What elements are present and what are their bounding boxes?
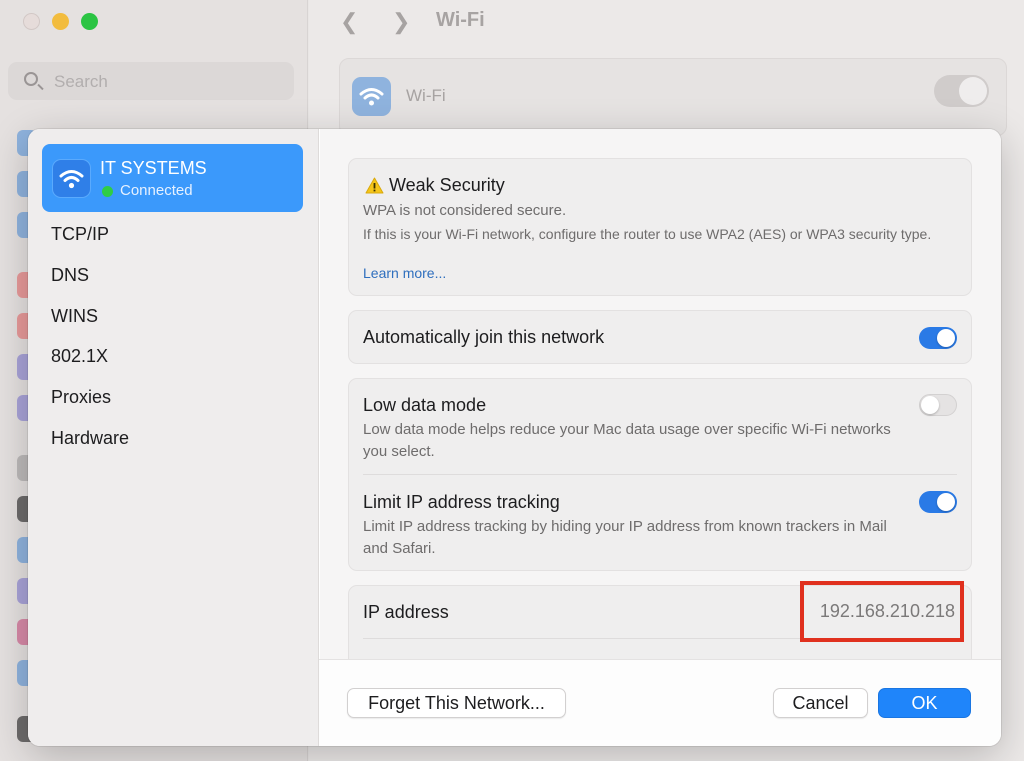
learn-more-link[interactable]: Learn more... <box>363 265 446 281</box>
ip-address-highlight <box>800 581 964 642</box>
forget-network-button[interactable]: Forget This Network... <box>347 688 566 718</box>
limit-ip-description: Limit IP address tracking by hiding your… <box>363 518 887 557</box>
network-item-selected[interactable]: IT SYSTEMS Connected <box>42 144 303 212</box>
cancel-button[interactable]: Cancel <box>773 688 868 718</box>
limit-ip-toggle[interactable] <box>919 491 957 513</box>
privacy-settings-card: Low data mode Low data mode helps reduce… <box>348 378 972 571</box>
security-warning-description: If this is your Wi-Fi network, configure… <box>363 226 932 242</box>
wifi-icon <box>52 159 91 198</box>
close-window-button[interactable] <box>23 13 40 30</box>
forward-arrow-icon[interactable]: ❯ <box>392 9 410 35</box>
low-data-description: Low data mode helps reduce your Mac data… <box>363 421 891 460</box>
back-arrow-icon[interactable]: ❮ <box>340 9 358 35</box>
dialog-sidebar: IT SYSTEMS Connected TCP/IP DNS WINS 802… <box>28 129 319 746</box>
window-title: Wi-Fi <box>436 9 485 31</box>
network-status: Connected <box>120 182 193 199</box>
limit-ip-label: Limit IP address tracking <box>363 492 560 512</box>
dialog-content: Weak Security WPA is not considered secu… <box>320 129 1001 659</box>
low-data-toggle[interactable] <box>919 394 957 416</box>
ip-address-label: IP address <box>363 602 449 622</box>
sidebar-item-proxies[interactable]: Proxies <box>51 387 111 408</box>
auto-join-label: Automatically join this network <box>363 327 605 347</box>
security-warning-title-text: Weak Security <box>389 175 505 195</box>
wifi-toggle[interactable] <box>934 75 989 107</box>
auto-join-toggle[interactable] <box>919 327 957 349</box>
ok-button[interactable]: OK <box>878 688 971 718</box>
sidebar-item-8021x[interactable]: 802.1X <box>51 346 108 367</box>
minimize-window-button[interactable] <box>52 13 69 30</box>
security-warning-subtitle: WPA is not considered secure. <box>363 202 567 219</box>
sidebar-item-wins[interactable]: WINS <box>51 306 98 327</box>
search-icon <box>24 72 38 86</box>
maximize-window-button[interactable] <box>81 13 98 30</box>
auto-join-card: Automatically join this network <box>348 310 972 364</box>
low-data-label: Low data mode <box>363 395 487 415</box>
network-details-dialog: IT SYSTEMS Connected TCP/IP DNS WINS 802… <box>28 129 1001 746</box>
wifi-app-icon <box>352 77 391 116</box>
divider <box>363 474 957 475</box>
security-warning-title: Weak Security <box>365 175 505 196</box>
search-field[interactable]: Search <box>8 62 294 100</box>
search-placeholder: Search <box>54 72 108 91</box>
dialog-footer: Forget This Network... Cancel OK <box>319 659 1001 746</box>
security-warning-card: Weak Security WPA is not considered secu… <box>348 158 972 296</box>
sidebar-item-tcpip[interactable]: TCP/IP <box>51 224 109 245</box>
sidebar-item-dns[interactable]: DNS <box>51 265 89 286</box>
sidebar-item-hardware[interactable]: Hardware <box>51 428 129 449</box>
connected-status-icon <box>102 186 113 197</box>
network-name: IT SYSTEMS <box>100 158 207 178</box>
wifi-label: Wi-Fi <box>406 86 446 105</box>
